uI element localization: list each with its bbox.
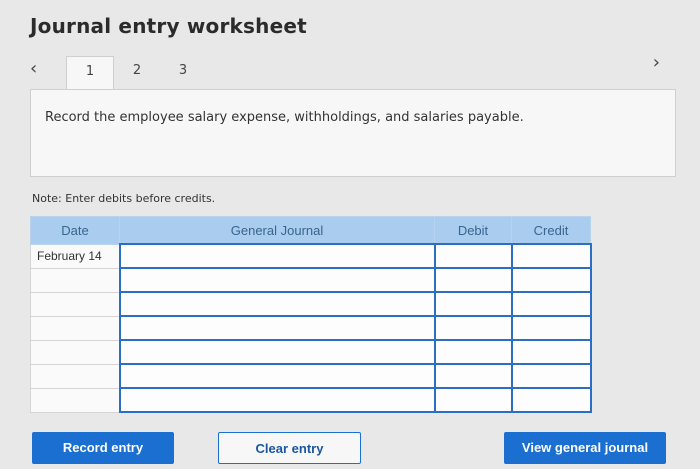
credit-input[interactable] <box>510 339 592 365</box>
account-input[interactable] <box>118 387 436 413</box>
journal-table: Date General Journal Debit Credit Februa… <box>30 216 592 413</box>
debit-input[interactable] <box>433 363 513 389</box>
account-input[interactable] <box>118 243 436 269</box>
tab-2[interactable]: 2 <box>114 56 160 86</box>
credit-input[interactable] <box>510 267 592 293</box>
debit-input[interactable] <box>433 267 513 293</box>
debit-input[interactable] <box>433 387 513 413</box>
table-row: February 14 <box>30 243 592 269</box>
account-input[interactable] <box>118 315 436 341</box>
table-row <box>30 387 592 413</box>
date-cell <box>30 363 120 389</box>
debit-input[interactable] <box>433 243 513 269</box>
instruction-text: Record the employee salary expense, with… <box>45 110 524 125</box>
date-cell <box>30 387 120 413</box>
table-row <box>30 267 592 293</box>
clear-entry-button[interactable]: Clear entry <box>218 432 361 464</box>
chevron-left-icon[interactable]: ‹ <box>30 58 37 79</box>
chevron-right-icon[interactable]: › <box>653 52 660 73</box>
credit-input[interactable] <box>510 243 592 269</box>
note-text: Note: Enter debits before credits. <box>32 192 216 205</box>
column-header-debit: Debit <box>434 216 512 245</box>
credit-input[interactable] <box>510 291 592 317</box>
table-row <box>30 315 592 341</box>
table-row <box>30 339 592 365</box>
table-row <box>30 363 592 389</box>
debit-input[interactable] <box>433 315 513 341</box>
date-cell <box>30 267 120 293</box>
tab-1[interactable]: 1 <box>66 56 114 90</box>
date-cell <box>30 339 120 365</box>
credit-input[interactable] <box>510 387 592 413</box>
account-input[interactable] <box>118 267 436 293</box>
view-general-journal-button[interactable]: View general journal <box>504 432 666 464</box>
account-input[interactable] <box>118 363 436 389</box>
date-cell <box>30 291 120 317</box>
instruction-panel: Record the employee salary expense, with… <box>30 89 676 177</box>
column-header-general-journal: General Journal <box>119 216 435 245</box>
debit-input[interactable] <box>433 339 513 365</box>
tab-3[interactable]: 3 <box>160 56 206 86</box>
date-cell <box>30 315 120 341</box>
account-input[interactable] <box>118 339 436 365</box>
debit-input[interactable] <box>433 291 513 317</box>
credit-input[interactable] <box>510 363 592 389</box>
column-header-date: Date <box>30 216 120 245</box>
account-input[interactable] <box>118 291 436 317</box>
date-cell: February 14 <box>30 243 120 269</box>
entry-tabs: 1 2 3 <box>66 56 206 90</box>
credit-input[interactable] <box>510 315 592 341</box>
table-row <box>30 291 592 317</box>
column-header-credit: Credit <box>511 216 591 245</box>
table-header-row: Date General Journal Debit Credit <box>30 216 591 245</box>
page-title: Journal entry worksheet <box>30 14 307 38</box>
record-entry-button[interactable]: Record entry <box>32 432 174 464</box>
